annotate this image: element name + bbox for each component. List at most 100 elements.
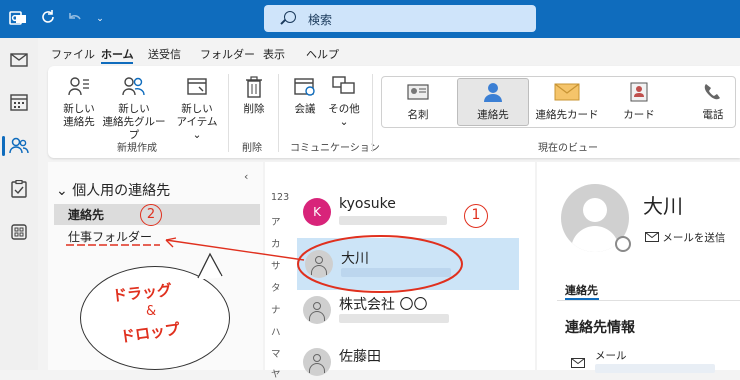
new-items-button[interactable]: 新しい アイテム ⌄: [172, 76, 222, 142]
view-phone[interactable]: 電話: [688, 82, 738, 122]
customize-qat-icon[interactable]: ⌄: [90, 9, 110, 29]
annotation-circle-contact: [297, 235, 463, 293]
tab-send-receive[interactable]: 送受信: [148, 46, 181, 62]
contact-name: kyosuke: [339, 196, 396, 212]
new-contact-group-label: 新しい 連絡先グループ: [102, 103, 166, 141]
card-icon: [614, 82, 664, 106]
avatar: K: [303, 198, 331, 226]
index-ma[interactable]: マ: [271, 346, 281, 360]
mail-icon: [645, 232, 659, 242]
collapse-pane-icon[interactable]: ‹: [244, 170, 248, 183]
business-card-icon: [393, 82, 443, 106]
ribbon-tabs: ファイル ホーム 送受信 フォルダー 表示 ヘルプ: [38, 38, 740, 64]
app-rail: [0, 38, 38, 370]
active-tab-underline: [101, 62, 133, 64]
view-contact-card-label: 連絡先カード: [535, 109, 599, 121]
sync-icon[interactable]: [38, 9, 58, 29]
send-mail-label: メールを送信: [662, 232, 726, 244]
contact-detail-name: 大川: [643, 194, 683, 218]
avatar: [303, 296, 331, 324]
index-123[interactable]: 123: [271, 192, 289, 203]
new-contact-group-button[interactable]: 新しい 連絡先グループ: [98, 76, 170, 142]
contact-group-icon: [98, 76, 170, 100]
undo-icon[interactable]: [64, 9, 84, 29]
ribbon: 新しい 連絡先 新しい 連絡先グループ 新しい アイテム ⌄ 新規作成 削除 削…: [48, 66, 740, 158]
view-phone-label: 電話: [702, 109, 724, 121]
tab-help[interactable]: ヘルプ: [306, 46, 339, 62]
group-label-communication: コミュニケーション: [290, 143, 380, 154]
new-items-label: 新しい アイテム ⌄: [176, 103, 218, 141]
rail-selection-indicator: [2, 136, 5, 156]
folder-group-header[interactable]: ⌄ 個人用の連絡先: [56, 180, 170, 200]
tab-contact[interactable]: 連絡先: [565, 282, 598, 298]
tab-folder[interactable]: フォルダー: [200, 46, 255, 62]
more-icon: [326, 76, 362, 100]
tab-file[interactable]: ファイル: [51, 46, 95, 62]
meeting-label: 会議: [294, 103, 316, 115]
folder-item-contacts[interactable]: 連絡先: [68, 206, 104, 223]
view-business-card-label: 名刺: [407, 109, 429, 121]
index-ta[interactable]: タ: [271, 280, 281, 294]
annotation-number-1: 1: [464, 204, 488, 228]
avatar: [303, 348, 331, 376]
section-title: 連絡先情報: [565, 320, 635, 336]
group-label-new: 新規作成: [117, 143, 157, 154]
ribbon-separator: [372, 74, 373, 152]
view-card-label: カード: [623, 109, 655, 121]
annotation-bubble-tail: [197, 252, 223, 280]
annotation-arrow: [165, 237, 305, 261]
title-bar: ⌄ 検索: [0, 0, 740, 38]
group-label-current-view: 現在のビュー: [538, 143, 598, 154]
annotation-underline: [66, 244, 160, 246]
redacted-detail: [339, 314, 449, 323]
envelope-icon: [571, 358, 585, 368]
contact-name: 株式会社 〇〇: [339, 297, 428, 313]
redacted-detail: [339, 216, 447, 225]
contact-row[interactable]: 株式会社 〇〇: [295, 292, 519, 328]
trash-icon: [236, 76, 272, 100]
contact-person-icon: [466, 82, 520, 106]
more-label: その他 ⌄: [328, 103, 360, 128]
delete-button[interactable]: 削除: [236, 76, 272, 116]
contact-row[interactable]: 佐藤田: [295, 344, 519, 380]
annotation-number-2: 2: [140, 204, 162, 226]
index-ya[interactable]: ヤ: [271, 366, 281, 380]
new-items-icon: [172, 76, 222, 100]
index-a[interactable]: ア: [271, 214, 281, 228]
tab-view[interactable]: 表示: [263, 46, 285, 62]
view-contact-card[interactable]: 連絡先カード: [534, 82, 600, 122]
envelope-icon: [534, 82, 600, 106]
index-ha[interactable]: ハ: [271, 324, 281, 338]
tab-divider: [557, 300, 740, 301]
group-label-delete: 削除: [242, 143, 262, 154]
contact-name: 佐藤田: [339, 349, 381, 365]
new-contact-icon: [54, 76, 104, 100]
phone-icon: [688, 82, 738, 106]
folder-group-title: 個人用の連絡先: [72, 183, 171, 199]
view-card[interactable]: カード: [614, 82, 664, 122]
meeting-button[interactable]: 会議: [284, 76, 326, 116]
new-contact-button[interactable]: 新しい 連絡先: [54, 76, 104, 129]
outlook-logo-icon: [8, 9, 28, 29]
send-mail-button[interactable]: メールを送信: [645, 230, 725, 245]
calendar-icon[interactable]: [9, 93, 29, 113]
index-na[interactable]: ナ: [271, 302, 281, 316]
view-contact-label: 連絡先: [477, 109, 509, 121]
people-icon[interactable]: [9, 136, 29, 156]
search-input[interactable]: 検索: [308, 11, 332, 28]
avatar-initial: K: [313, 205, 321, 219]
redacted-email: [595, 364, 715, 373]
view-contact[interactable]: 連絡先: [466, 82, 520, 122]
view-business-card[interactable]: 名刺: [393, 82, 443, 122]
mail-label: メール: [595, 350, 627, 362]
tab-home[interactable]: ホーム: [101, 46, 134, 62]
search-icon: [284, 11, 296, 23]
new-contact-label: 新しい 連絡先: [63, 103, 95, 128]
ribbon-separator: [228, 74, 229, 152]
apps-icon[interactable]: [9, 224, 29, 244]
more-button[interactable]: その他 ⌄: [326, 76, 362, 129]
tasks-icon[interactable]: [9, 179, 29, 200]
search-box[interactable]: 検索: [264, 5, 536, 32]
annotation-amp: &: [146, 304, 157, 319]
mail-icon[interactable]: [9, 52, 29, 72]
